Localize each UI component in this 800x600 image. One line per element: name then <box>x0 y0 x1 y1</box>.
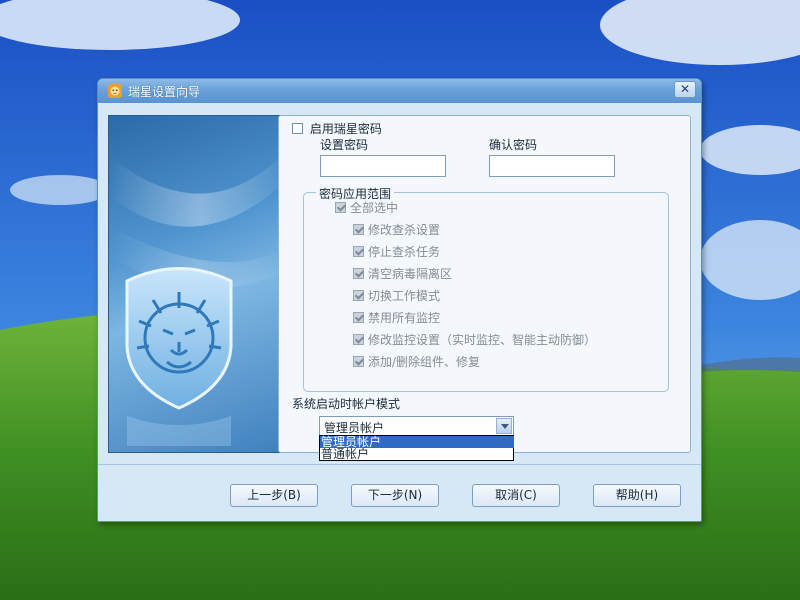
title-bar[interactable]: 瑞星设置向导 ✕ <box>98 79 701 103</box>
scope-item-label: 修改查杀设置 <box>368 223 441 237</box>
account-mode-selected-value: 管理员帐户 <box>324 421 385 435</box>
scope-item-checkbox <box>353 246 364 257</box>
select-all-row: 全部选中 <box>335 199 398 216</box>
enable-password-label: 启用瑞星密码 <box>309 122 382 136</box>
scope-item-checkbox <box>353 334 364 345</box>
next-button[interactable]: 下一步(N) <box>351 484 439 507</box>
chevron-down-icon[interactable] <box>496 418 512 434</box>
scope-item-checkbox <box>353 312 364 323</box>
account-mode-options-list: 管理员帐户 普通帐户 <box>319 435 514 461</box>
scope-item: 切换工作模式 <box>353 287 440 304</box>
help-button[interactable]: 帮助(H) <box>593 484 681 507</box>
scope-item: 修改监控设置（实时监控、智能主动防御） <box>353 331 596 348</box>
password-scope-group: 密码应用范围 全部选中 修改查杀设置 停止查杀任务 清空病毒隔离区 切换工作模式… <box>303 185 669 392</box>
select-all-checkbox <box>335 202 346 213</box>
confirm-password-label: 确认密码 <box>489 138 538 152</box>
account-mode-option[interactable]: 普通帐户 <box>320 448 514 460</box>
wizard-content-panel: 启用瑞星密码 设置密码 确认密码 密码应用范围 全部选中 修改查杀设置 停止查杀… <box>278 115 691 461</box>
scope-item-label: 修改监控设置（实时监控、智能主动防御） <box>368 333 597 347</box>
scope-item-label: 切换工作模式 <box>368 289 441 303</box>
close-icon: ✕ <box>679 82 691 96</box>
set-password-field[interactable] <box>320 155 446 177</box>
rising-lion-app-icon <box>108 84 122 98</box>
scope-item-label: 停止查杀任务 <box>368 245 441 259</box>
scope-item-label: 禁用所有监控 <box>368 311 441 325</box>
window-title: 瑞星设置向导 <box>128 85 201 99</box>
scope-item: 禁用所有监控 <box>353 309 440 326</box>
scope-item-label: 添加/删除组件、修复 <box>368 355 481 369</box>
select-all-label: 全部选中 <box>350 201 399 215</box>
confirm-password-field[interactable] <box>489 155 615 177</box>
setup-wizard-window: 瑞星设置向导 ✕ 启用瑞星密码 设置密码 确认密码 密码应用范围 全部选中 修改… <box>97 78 702 522</box>
lion-shield-logo <box>109 148 289 446</box>
scope-item: 修改查杀设置 <box>353 221 440 238</box>
enable-password-checkbox[interactable] <box>292 123 303 134</box>
scope-item-checkbox <box>353 268 364 279</box>
scope-item: 停止查杀任务 <box>353 243 440 260</box>
set-password-label: 设置密码 <box>320 138 369 152</box>
scope-item-checkbox <box>353 356 364 367</box>
account-mode-dropdown[interactable]: 管理员帐户 <box>319 416 514 436</box>
scope-item-checkbox <box>353 290 364 301</box>
startup-account-mode-label: 系统启动时帐户模式 <box>292 397 401 411</box>
scope-item: 添加/删除组件、修复 <box>353 353 480 370</box>
prev-button[interactable]: 上一步(B) <box>230 484 318 507</box>
close-button[interactable]: ✕ <box>674 81 696 98</box>
footer-divider <box>98 464 701 465</box>
cancel-button[interactable]: 取消(C) <box>472 484 560 507</box>
wizard-side-banner <box>108 115 290 453</box>
scope-item-checkbox <box>353 224 364 235</box>
scope-item: 清空病毒隔离区 <box>353 265 452 282</box>
scope-item-label: 清空病毒隔离区 <box>368 267 453 281</box>
enable-password-row[interactable]: 启用瑞星密码 <box>292 120 382 137</box>
